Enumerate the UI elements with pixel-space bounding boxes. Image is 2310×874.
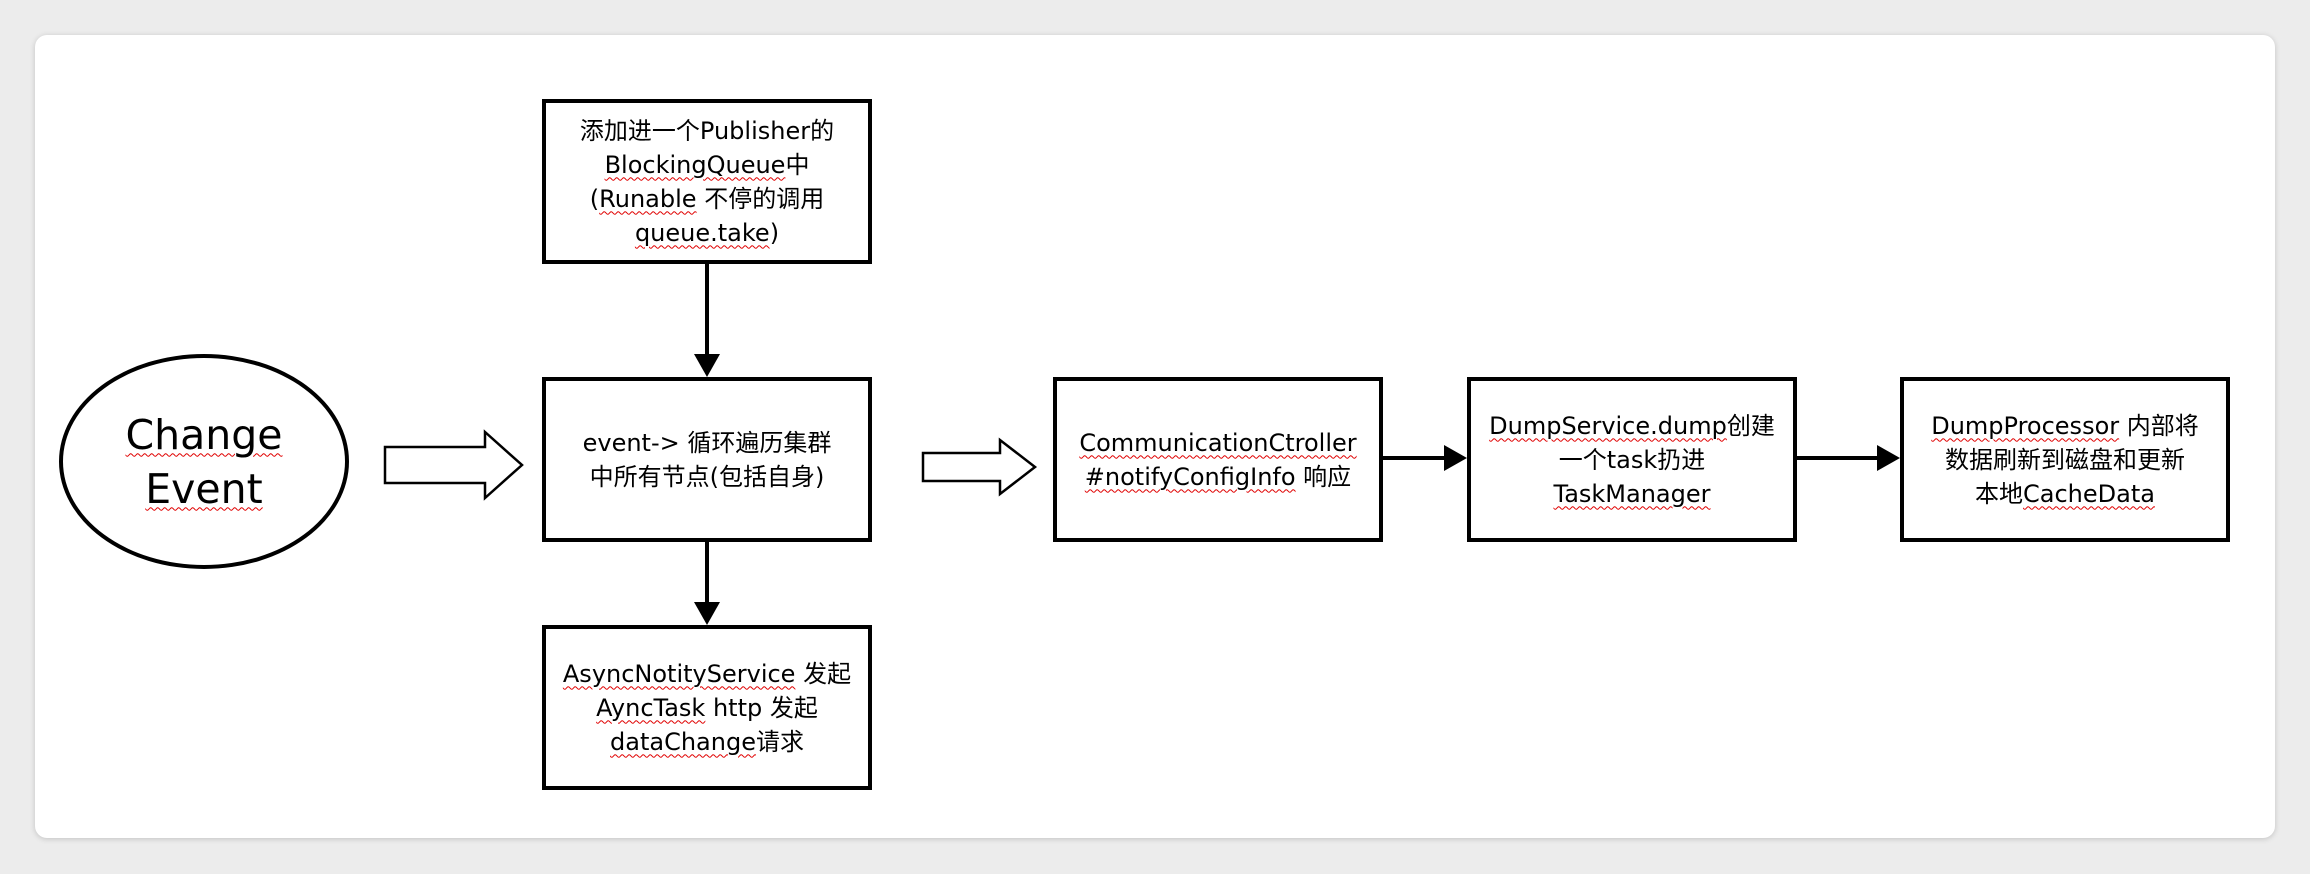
arrow-head-right-2 — [1877, 445, 1900, 471]
arrow-head-right-1 — [1444, 445, 1467, 471]
connectors — [383, 264, 1900, 625]
hollow-arrow-2 — [921, 437, 1038, 497]
hollow-arrow-1 — [383, 429, 524, 501]
arrow-head-down-2 — [694, 602, 720, 625]
arrow-head-down-1 — [694, 354, 720, 377]
